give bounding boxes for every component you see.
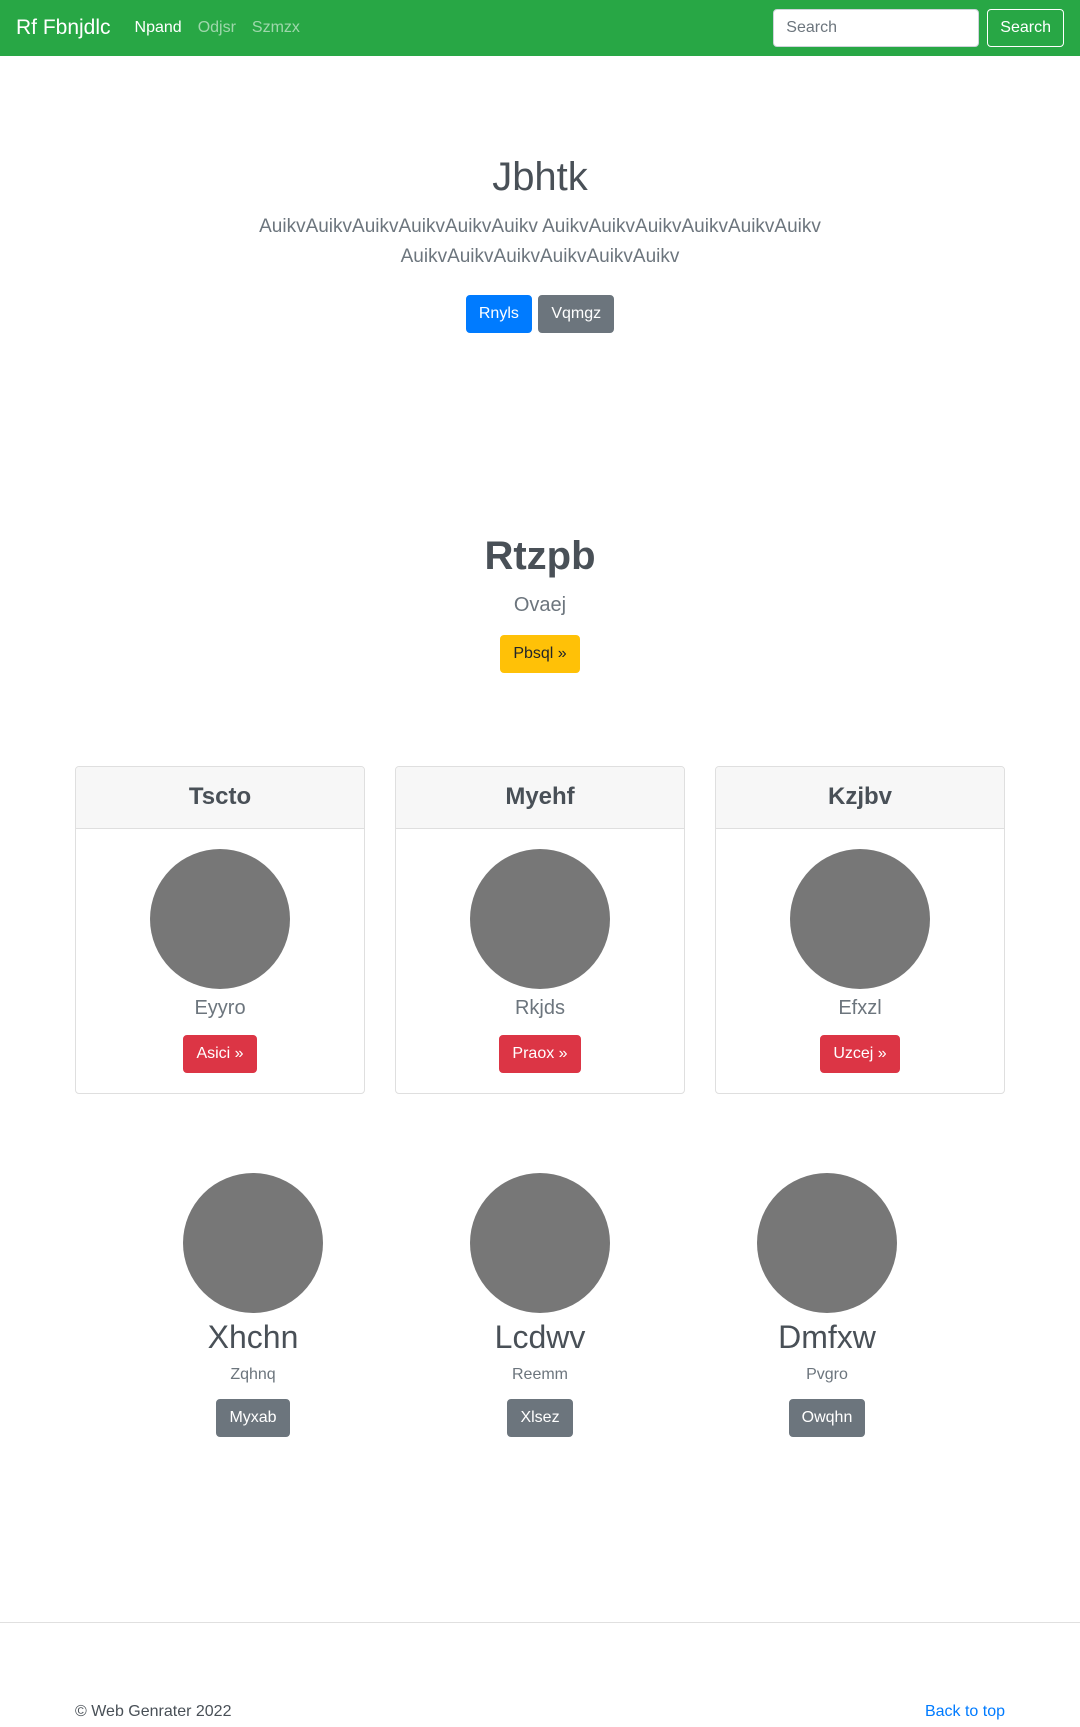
feature-button[interactable]: Pbsql » (500, 635, 580, 673)
card-button[interactable]: Asici » (183, 1035, 257, 1073)
placeholder-image (790, 849, 930, 989)
placeholder-image (150, 849, 290, 989)
back-to-top-link[interactable]: Back to top (925, 1703, 1005, 1721)
card-header: Kzjbv (716, 767, 1004, 829)
hero-primary-button[interactable]: Rnyls (465, 295, 532, 333)
nav-link-npand[interactable]: Npand (135, 19, 182, 37)
nav-link-odjsr[interactable]: Odjsr (198, 19, 236, 37)
brand-link[interactable]: Rf Fbnjdlc (16, 16, 111, 40)
card: Tscto Eyyro Asici » (75, 766, 365, 1094)
placeholder-image (470, 849, 610, 989)
member-avatar (470, 1173, 610, 1313)
card-body: Rkjds Praox » (396, 829, 684, 1073)
member-avatar (757, 1173, 897, 1313)
member-avatar (183, 1173, 323, 1313)
footer-copyright: © Web Genrater 2022 (75, 1703, 232, 1720)
top-navbar: Rf Fbnjdlc Npand Odjsr Szmzx Search (0, 0, 1080, 56)
team-member: Xhchn Zqhnq Myxab (143, 1173, 363, 1437)
member-role: Reemm (511, 1366, 568, 1383)
hero-secondary-button[interactable]: Vqmgz (538, 295, 615, 333)
hero-button-group: Rnyls Vqmgz (0, 295, 1080, 333)
member-name: Xhchn (207, 1319, 299, 1355)
member-button[interactable]: Myxab (216, 1399, 290, 1437)
card-body: Efxzl Uzcej » (716, 829, 1004, 1073)
team-row: Xhchn Zqhnq Myxab Lcdwv Reemm Xlsez Dmfx… (0, 1173, 1080, 1443)
hero-lead-text: AuikvAuikvAuikvAuikvAuikvAuikv AuikvAuik… (259, 216, 821, 267)
card-header: Tscto (76, 767, 364, 829)
card-caption: Efxzl (838, 997, 882, 1019)
hero-title: Jbhtk (492, 155, 588, 199)
card: Myehf Rkjds Praox » (395, 766, 685, 1094)
search-input[interactable] (773, 9, 980, 47)
feature-title: Rtzpb (484, 534, 596, 578)
member-role: Zqhnq (230, 1366, 276, 1383)
member-role: Pvgro (806, 1366, 848, 1383)
footer-divider (0, 1622, 1080, 1623)
card-caption: Eyyro (194, 997, 246, 1019)
team-member: Dmfxw Pvgro Owqhn (717, 1173, 937, 1437)
member-button[interactable]: Owqhn (788, 1399, 866, 1437)
card-button[interactable]: Uzcej » (820, 1035, 900, 1073)
card-button[interactable]: Praox » (499, 1035, 581, 1073)
card-caption: Rkjds (514, 997, 565, 1019)
card: Kzjbv Efxzl Uzcej » (715, 766, 1005, 1094)
hero-section: Jbhtk AuikvAuikvAuikvAuikvAuikvAuikv Aui… (0, 150, 1080, 333)
member-name: Dmfxw (778, 1319, 876, 1355)
feature-section: Rtzpb Ovaej Pbsql » (0, 528, 1080, 673)
feature-subtitle: Ovaej (513, 594, 567, 616)
team-member: Lcdwv Reemm Xlsez (430, 1173, 650, 1437)
member-button[interactable]: Xlsez (507, 1399, 573, 1437)
member-name: Lcdwv (494, 1319, 586, 1355)
nav-link-szmzx[interactable]: Szmzx (252, 19, 300, 37)
card-header: Myehf (396, 767, 684, 829)
search-button[interactable]: Search (987, 9, 1064, 47)
card-row: Tscto Eyyro Asici » Myehf Rkjds Praox » … (75, 766, 1005, 1094)
card-body: Eyyro Asici » (76, 829, 364, 1073)
